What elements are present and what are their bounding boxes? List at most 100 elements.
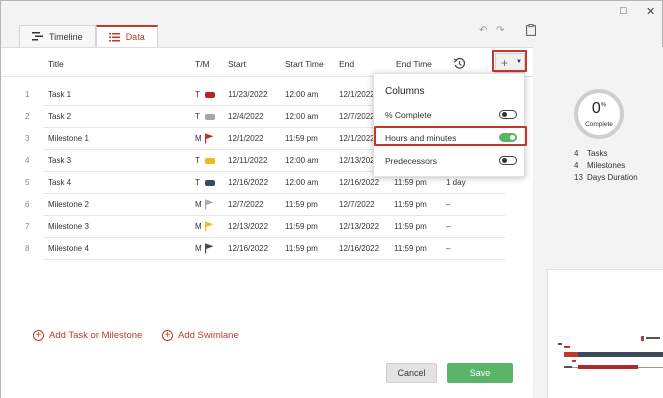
row-number: 1 [25,90,30,99]
header-tm: T/M [195,59,210,69]
row-title[interactable]: Task 3 [48,156,71,165]
row-end-time[interactable]: 11:59 pm [394,244,427,253]
cancel-button[interactable]: Cancel [386,363,437,383]
row-start-date[interactable]: 12/7/2022 [228,200,264,209]
row-start-date[interactable]: 12/16/2022 [228,178,268,187]
close-icon[interactable]: ✕ [646,5,655,18]
row-start-time[interactable]: 12:00 am [285,112,318,121]
row-start-date[interactable]: 12/4/2022 [228,112,264,121]
row-start-date[interactable]: 12/11/2022 [228,156,267,165]
row-number: 8 [25,244,30,253]
row-end-date[interactable]: 12/16/2022 [339,178,379,187]
row-number: 6 [25,200,30,209]
row-start-date[interactable]: 12/16/2022 [228,244,268,253]
row-end-date[interactable]: 12/1/2022 [339,134,375,143]
row-type[interactable]: M [195,200,202,209]
row-duration[interactable]: – [446,200,450,209]
table-row[interactable]: 6 Milestone 2 M 12/7/2022 11:59 pm 12/7/2022 1… [1,194,533,216]
row-title[interactable]: Milestone 4 [48,244,89,253]
row-duration[interactable]: – [446,244,450,253]
row-title[interactable]: Task 1 [48,90,71,99]
row-end-time[interactable]: 11:59 pm [394,200,427,209]
view-tabs: Timeline Data [19,25,158,47]
color-swatch[interactable] [205,158,215,164]
header-start-time: Start Time [285,59,324,69]
timeline-preview [547,269,663,398]
percent-complete-toggle[interactable] [499,110,517,119]
row-start-date[interactable]: 11/23/2022 [228,90,267,99]
maximize-icon[interactable]: □ [620,5,627,17]
row-duration[interactable]: – [446,222,450,231]
plus-circle-icon: + [33,330,44,341]
flag-icon[interactable] [204,133,216,144]
table-row[interactable]: 8 Milestone 4 M 12/16/2022 11:59 pm 12/16/202… [1,238,533,260]
progress-ring: 0% Complete [574,89,624,139]
clipboard-icon[interactable] [526,24,536,36]
row-end-time[interactable]: 11:59 pm [394,222,427,231]
flag-icon[interactable] [204,221,216,232]
row-type[interactable]: T [195,112,200,121]
tab-label: Data [125,32,145,42]
row-title[interactable]: Milestone 1 [48,134,89,143]
row-end-date[interactable]: 12/1/2022 [339,90,375,99]
color-swatch[interactable] [205,114,215,120]
redo-icon[interactable]: ↷ [496,25,504,36]
row-start-time[interactable]: 11:59 pm [285,222,318,231]
row-number: 4 [25,156,30,165]
row-start-time[interactable]: 11:59 pm [285,200,318,209]
row-end-date[interactable]: 12/16/2022 [339,244,379,253]
row-end-date[interactable]: 12/13/2022 [339,222,379,231]
flag-icon[interactable] [204,243,216,254]
row-title[interactable]: Milestone 3 [48,222,89,231]
row-type[interactable]: T [195,156,200,165]
add-task-button[interactable]: + Add Task or Milestone [33,330,142,341]
predecessors-toggle[interactable] [499,156,517,165]
row-number: 2 [25,112,30,121]
highlight-hours-minutes [374,126,527,146]
row-start-date[interactable]: 12/1/2022 [228,134,264,143]
row-start-date[interactable]: 12/13/2022 [228,222,268,231]
columns-popup: Columns % Complete Hours and minutes Pre… [373,73,525,177]
flag-icon[interactable] [204,199,216,210]
undo-icon[interactable]: ↶ [479,25,487,36]
row-start-time[interactable]: 12:00 am [285,178,318,187]
row-duration[interactable]: 1 day [446,178,466,187]
stat-milestones: 4 Milestones [574,161,626,170]
row-type[interactable]: T [195,178,200,187]
row-type[interactable]: M [195,244,202,253]
progress-value: 0% [591,100,607,117]
progress-label: Complete [585,121,613,128]
option-predecessors-label: Predecessors [385,156,437,166]
tab-timeline[interactable]: Timeline [19,25,96,47]
row-divider [43,259,505,260]
summary-panel: 0% Complete 4 Tasks 4 Milestones 13 Days Du… [533,47,663,398]
table-row[interactable]: 7 Milestone 3 M 12/13/2022 11:59 pm 12/13/202… [1,216,533,238]
add-task-label: Add Task or Milestone [49,330,143,341]
row-type[interactable]: M [195,134,202,143]
row-start-time[interactable]: 12:00 am [285,90,318,99]
row-title[interactable]: Milestone 2 [48,200,89,209]
plus-circle-icon: + [162,330,173,341]
save-button[interactable]: Save [447,363,513,383]
add-swimlane-button[interactable]: + Add Swimlane [162,330,239,341]
row-start-time[interactable]: 11:59 pm [285,134,318,143]
row-number: 3 [25,134,30,143]
row-end-date[interactable]: 12/7/2022 [339,200,375,209]
color-swatch[interactable] [205,92,215,98]
stat-duration: 13 Days Duration [574,173,638,182]
row-title[interactable]: Task 2 [48,112,71,121]
tab-data[interactable]: Data [95,25,158,47]
row-title[interactable]: Task 4 [48,178,71,187]
color-swatch[interactable] [205,180,215,186]
header-end: End [339,59,355,69]
history-icon[interactable] [453,57,466,70]
row-start-time[interactable]: 12:00 am [285,156,318,165]
row-end-time[interactable]: 11:59 pm [394,178,427,187]
row-type[interactable]: T [195,90,200,99]
row-start-time[interactable]: 11:59 pm [285,244,318,253]
option-percent-complete-label: % Complete [385,110,432,120]
row-end-date[interactable]: 12/7/2022 [339,112,375,121]
row-type[interactable]: M [195,222,202,231]
row-number: 7 [25,222,30,231]
timeline-icon [32,32,43,41]
